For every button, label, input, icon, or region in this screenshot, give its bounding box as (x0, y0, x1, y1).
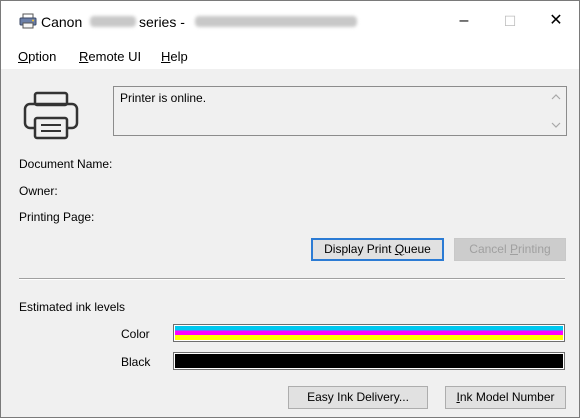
printer-status-window: Canon series - – ☐ ✕ Option Remote UI He… (0, 0, 580, 418)
display-print-queue-button[interactable]: Display Print Queue (311, 238, 444, 261)
cancel-accel: P (509, 242, 518, 256)
printing-page-label: Printing Page: (19, 210, 95, 224)
menu-option-accel: O (18, 49, 29, 64)
display-queue-label-post: ueue (404, 242, 431, 256)
document-name-label: Document Name: (19, 157, 113, 171)
display-queue-label-pre: Display Print (324, 242, 395, 256)
display-queue-accel: Q (394, 242, 405, 256)
window-title-brand: Canon (41, 14, 83, 30)
cancel-printing-button: Cancel Printing (454, 238, 566, 261)
redacted-printer-name (195, 16, 357, 27)
close-icon: ✕ (549, 12, 563, 29)
menu-help-label: elp (170, 49, 188, 64)
minimize-button[interactable]: – (441, 5, 487, 37)
close-button[interactable]: ✕ (533, 5, 579, 37)
window-title-series: series - (139, 14, 185, 30)
black-ink-label: Black (121, 355, 151, 369)
menu-help-accel: H (161, 49, 171, 64)
menu-option-label: ption (28, 49, 57, 64)
ink-model-number-button[interactable]: Ink Model Number (445, 386, 566, 409)
color-ink-fill (175, 326, 563, 340)
printer-app-icon (19, 13, 37, 29)
menu-remote-ui[interactable]: Remote UI (79, 49, 141, 64)
black-ink-bar (173, 352, 565, 370)
easy-ink-delivery-button[interactable]: Easy Ink Delivery... (288, 386, 428, 409)
chevron-down-icon[interactable] (550, 119, 562, 131)
black-ink-fill (175, 354, 563, 368)
color-ink-bar (173, 324, 565, 342)
color-ink-label: Color (121, 327, 150, 341)
ink-levels-heading: Estimated ink levels (19, 300, 126, 314)
cancel-label-pre: Cancel (469, 242, 510, 256)
owner-label: Owner: (19, 184, 58, 198)
menu-remote-ui-accel: R (79, 49, 89, 64)
minimize-icon: – (459, 12, 469, 29)
status-message-box: Printer is online. (113, 86, 567, 136)
menu-bar: Option Remote UI Help (1, 41, 579, 69)
chevron-up-icon[interactable] (550, 91, 562, 103)
maximize-icon: ☐ (503, 13, 517, 29)
section-divider (19, 278, 565, 280)
menu-help[interactable]: Help (161, 49, 188, 64)
maximize-button[interactable]: ☐ (487, 5, 533, 37)
cancel-label-post: rinting (518, 242, 551, 256)
menu-remote-ui-label: emote UI (88, 49, 142, 64)
ink-model-label: nk Model Number (459, 390, 555, 404)
title-bar[interactable]: Canon series - – ☐ ✕ (1, 1, 579, 41)
menu-option[interactable]: Option (18, 49, 56, 64)
status-message: Printer is online. (120, 91, 207, 105)
printer-icon (23, 91, 79, 140)
redacted-model-name (90, 16, 136, 27)
